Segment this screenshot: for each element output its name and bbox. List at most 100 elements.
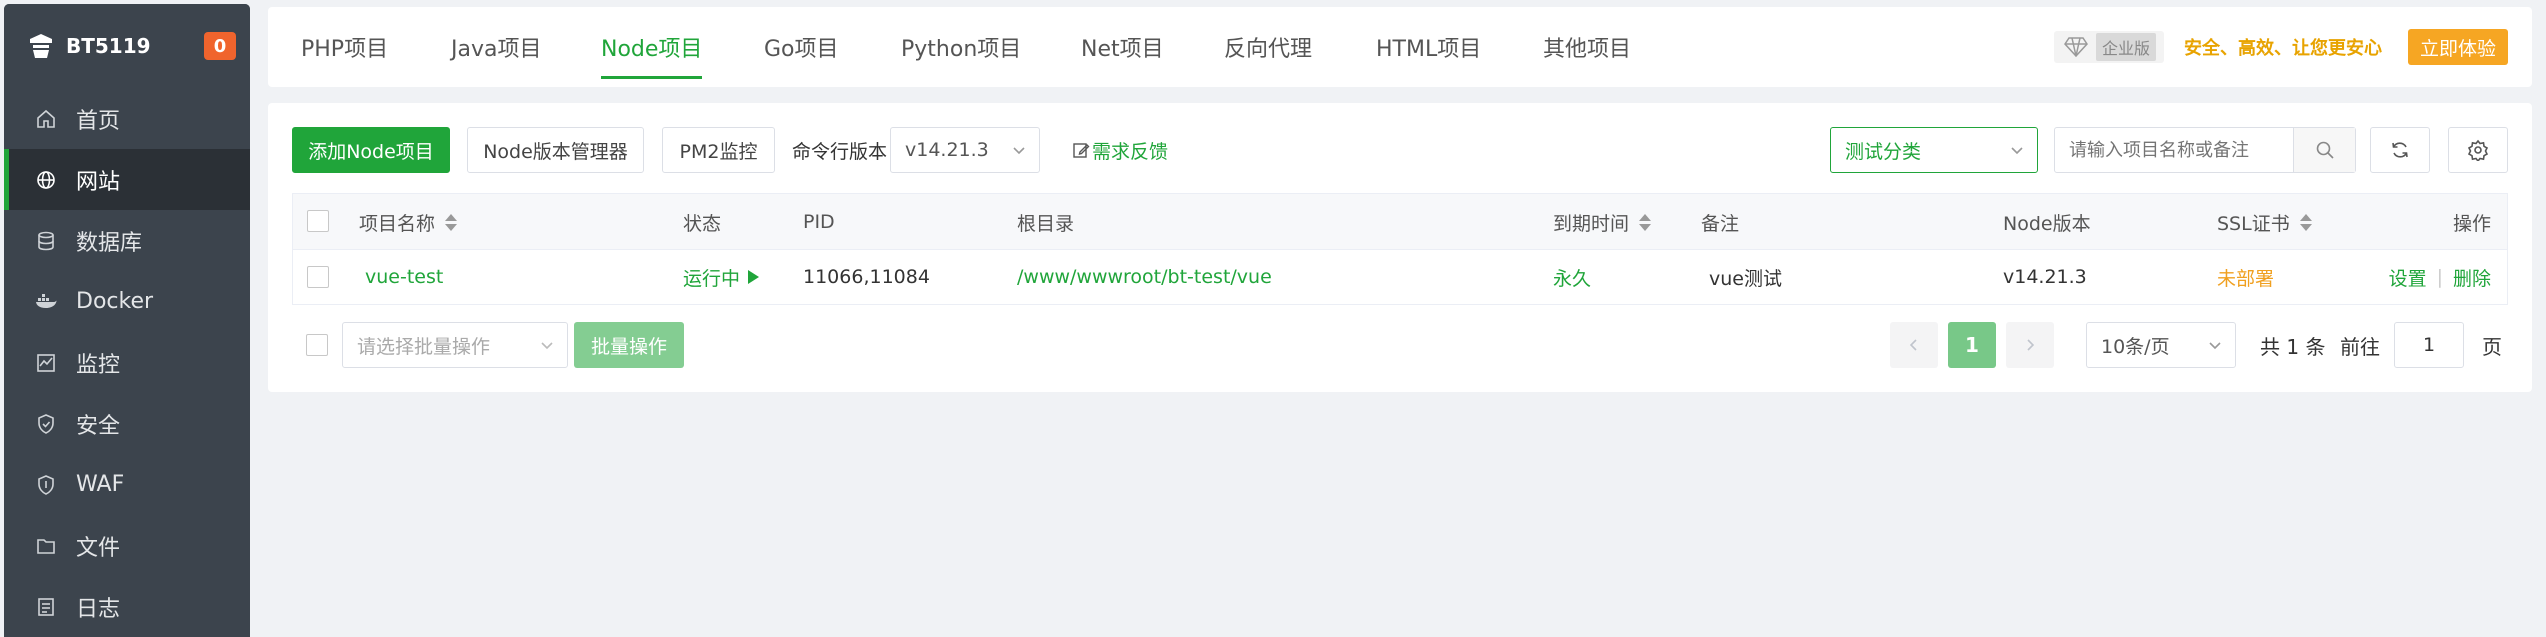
search-input[interactable] [2055,128,2293,172]
pid-value: 11066,11084 [803,266,930,288]
row-actions: 设置 | 删除 [2389,250,2491,304]
globe-icon [34,168,58,192]
header-remark: 备注 [1701,212,1740,235]
sidebar-item-label: 安全 [76,413,121,439]
sidebar-item-logs[interactable]: 日志 [4,576,250,637]
header-ssl-label: SSL证书 [2217,212,2290,235]
settings-button[interactable] [2448,127,2508,173]
row-checkbox[interactable] [307,266,329,288]
tab-reverse-proxy[interactable]: 反向代理 [1224,7,1312,87]
status-running[interactable]: 运行中 [683,250,760,304]
cli-version-select[interactable]: v14.21.3 [890,127,1040,173]
tab-net[interactable]: Net项目 [1081,7,1164,87]
sidebar-item-website[interactable]: 网站 [4,149,250,210]
page-size-select[interactable]: 10条/页 [2086,322,2236,368]
feedback-link[interactable]: 需求反馈 [1072,127,1168,173]
tab-html[interactable]: HTML项目 [1376,7,1481,87]
home-icon [34,107,58,131]
root-path-link[interactable]: /www/wwwroot/bt-test/vue [1017,250,1272,304]
bt-logo-icon [26,31,56,61]
remark-value[interactable]: vue测试 [1709,250,1782,304]
header-expire-label: 到期时间 [1553,212,1630,235]
notification-badge[interactable]: 0 [204,32,236,60]
diamond-icon [2062,35,2090,59]
sidebar-item-waf[interactable]: WAF [4,454,250,515]
delete-link[interactable]: 删除 [2453,264,2491,291]
sidebar-item-files[interactable]: 文件 [4,515,250,576]
header-name[interactable]: 项目名称 [359,194,458,250]
trial-button[interactable]: 立即体验 [2407,29,2508,65]
node-project-panel: 添加Node项目 Node版本管理器 PM2监控 命令行版本 v14.21.3 … [268,103,2532,392]
promo-slogan: 安全、高效、让您更安心 [2183,38,2382,59]
enterprise-badge: 企业版 [2053,31,2164,63]
chevron-left-icon [1909,339,1917,351]
search-icon [2316,141,2334,159]
tab-php[interactable]: PHP项目 [301,7,388,87]
header-pid: PID [803,211,835,233]
status-label: 运行中 [683,267,741,290]
edition-tag: 企业版 [2095,33,2156,61]
select-all-checkbox[interactable] [307,210,329,232]
sort-icon [445,213,458,231]
node-version-value: v14.21.3 [2003,266,2087,288]
sidebar-nav: 首页 网站 数据库 Docker 监控 安全 WAF 文件 日志 [4,88,250,637]
chevron-down-icon [1013,147,1025,155]
batch-operation-button[interactable]: 批量操作 [574,322,684,368]
server-name: BT5119 [66,34,151,58]
play-icon [748,270,760,284]
sidebar-item-security[interactable]: 安全 [4,393,250,454]
tab-go[interactable]: Go项目 [764,7,839,87]
page-suffix: 页 [2482,334,2502,359]
cli-version-label: 命令行版本 [792,140,888,163]
ssl-status-link[interactable]: 未部署 [2217,250,2274,304]
sidebar-item-docker[interactable]: Docker [4,271,250,332]
prev-page-button[interactable] [1890,322,1938,368]
batch-operation-placeholder: 请选择批量操作 [357,335,491,358]
table-header: 项目名称 状态 PID 根目录 到期时间 备注 Node版本 SSL证书 操作 [293,194,2507,250]
search-button[interactable] [2293,128,2355,172]
settings-link[interactable]: 设置 [2389,264,2427,291]
footer-select-all-checkbox[interactable] [306,334,328,356]
sidebar-item-label: 数据库 [76,230,143,256]
header-expire[interactable]: 到期时间 [1553,194,1652,250]
next-page-button[interactable] [2006,322,2054,368]
chevron-down-icon [2209,342,2221,350]
tab-python[interactable]: Python项目 [901,7,1021,87]
tab-node[interactable]: Node项目 [601,7,703,87]
batch-operation-select[interactable]: 请选择批量操作 [342,322,568,368]
sidebar-item-database[interactable]: 数据库 [4,210,250,271]
sidebar-item-monitor[interactable]: 监控 [4,332,250,393]
table-row: vue-test 运行中 11066,11084 /www/wwwroot/bt… [293,250,2507,304]
goto-page-input[interactable]: 1 [2394,322,2464,368]
category-select[interactable]: 测试分类 [1830,127,2038,173]
chevron-down-icon [2011,147,2023,155]
sidebar-item-label: 文件 [76,535,121,561]
sidebar: BT5119 0 首页 网站 数据库 Docker 监控 安全 WAF 文件 日… [4,4,250,637]
gear-icon [2467,139,2489,161]
page-number-current[interactable]: 1 [1948,322,1996,368]
waf-icon [34,473,58,497]
sort-icon [2299,213,2312,231]
table-footer: 请选择批量操作 批量操作 1 10条/页 共 1 条 前往 1 页 [292,322,2508,368]
expire-value[interactable]: 永久 [1553,250,1591,304]
sidebar-item-label: Docker [76,289,154,314]
page-size-value: 10条/页 [2101,335,2170,358]
monitor-icon [34,351,58,375]
brand: BT5119 0 [4,4,250,88]
pm2-monitor-button[interactable]: PM2监控 [662,127,775,173]
chevron-down-icon [541,342,553,350]
sidebar-item-home[interactable]: 首页 [4,88,250,149]
shield-icon [34,412,58,436]
docker-icon [34,290,58,314]
sidebar-item-label: 网站 [76,169,121,195]
tab-java[interactable]: Java项目 [451,7,541,87]
tab-other[interactable]: 其他项目 [1543,7,1631,87]
node-version-manager-button[interactable]: Node版本管理器 [467,127,644,173]
header-root: 根目录 [1017,212,1075,235]
total-count: 共 1 条 [2260,334,2326,359]
header-name-label: 项目名称 [359,212,436,235]
header-ssl[interactable]: SSL证书 [2217,194,2312,250]
refresh-button[interactable] [2370,127,2430,173]
add-node-project-button[interactable]: 添加Node项目 [292,127,450,173]
project-name-link[interactable]: vue-test [365,250,443,304]
